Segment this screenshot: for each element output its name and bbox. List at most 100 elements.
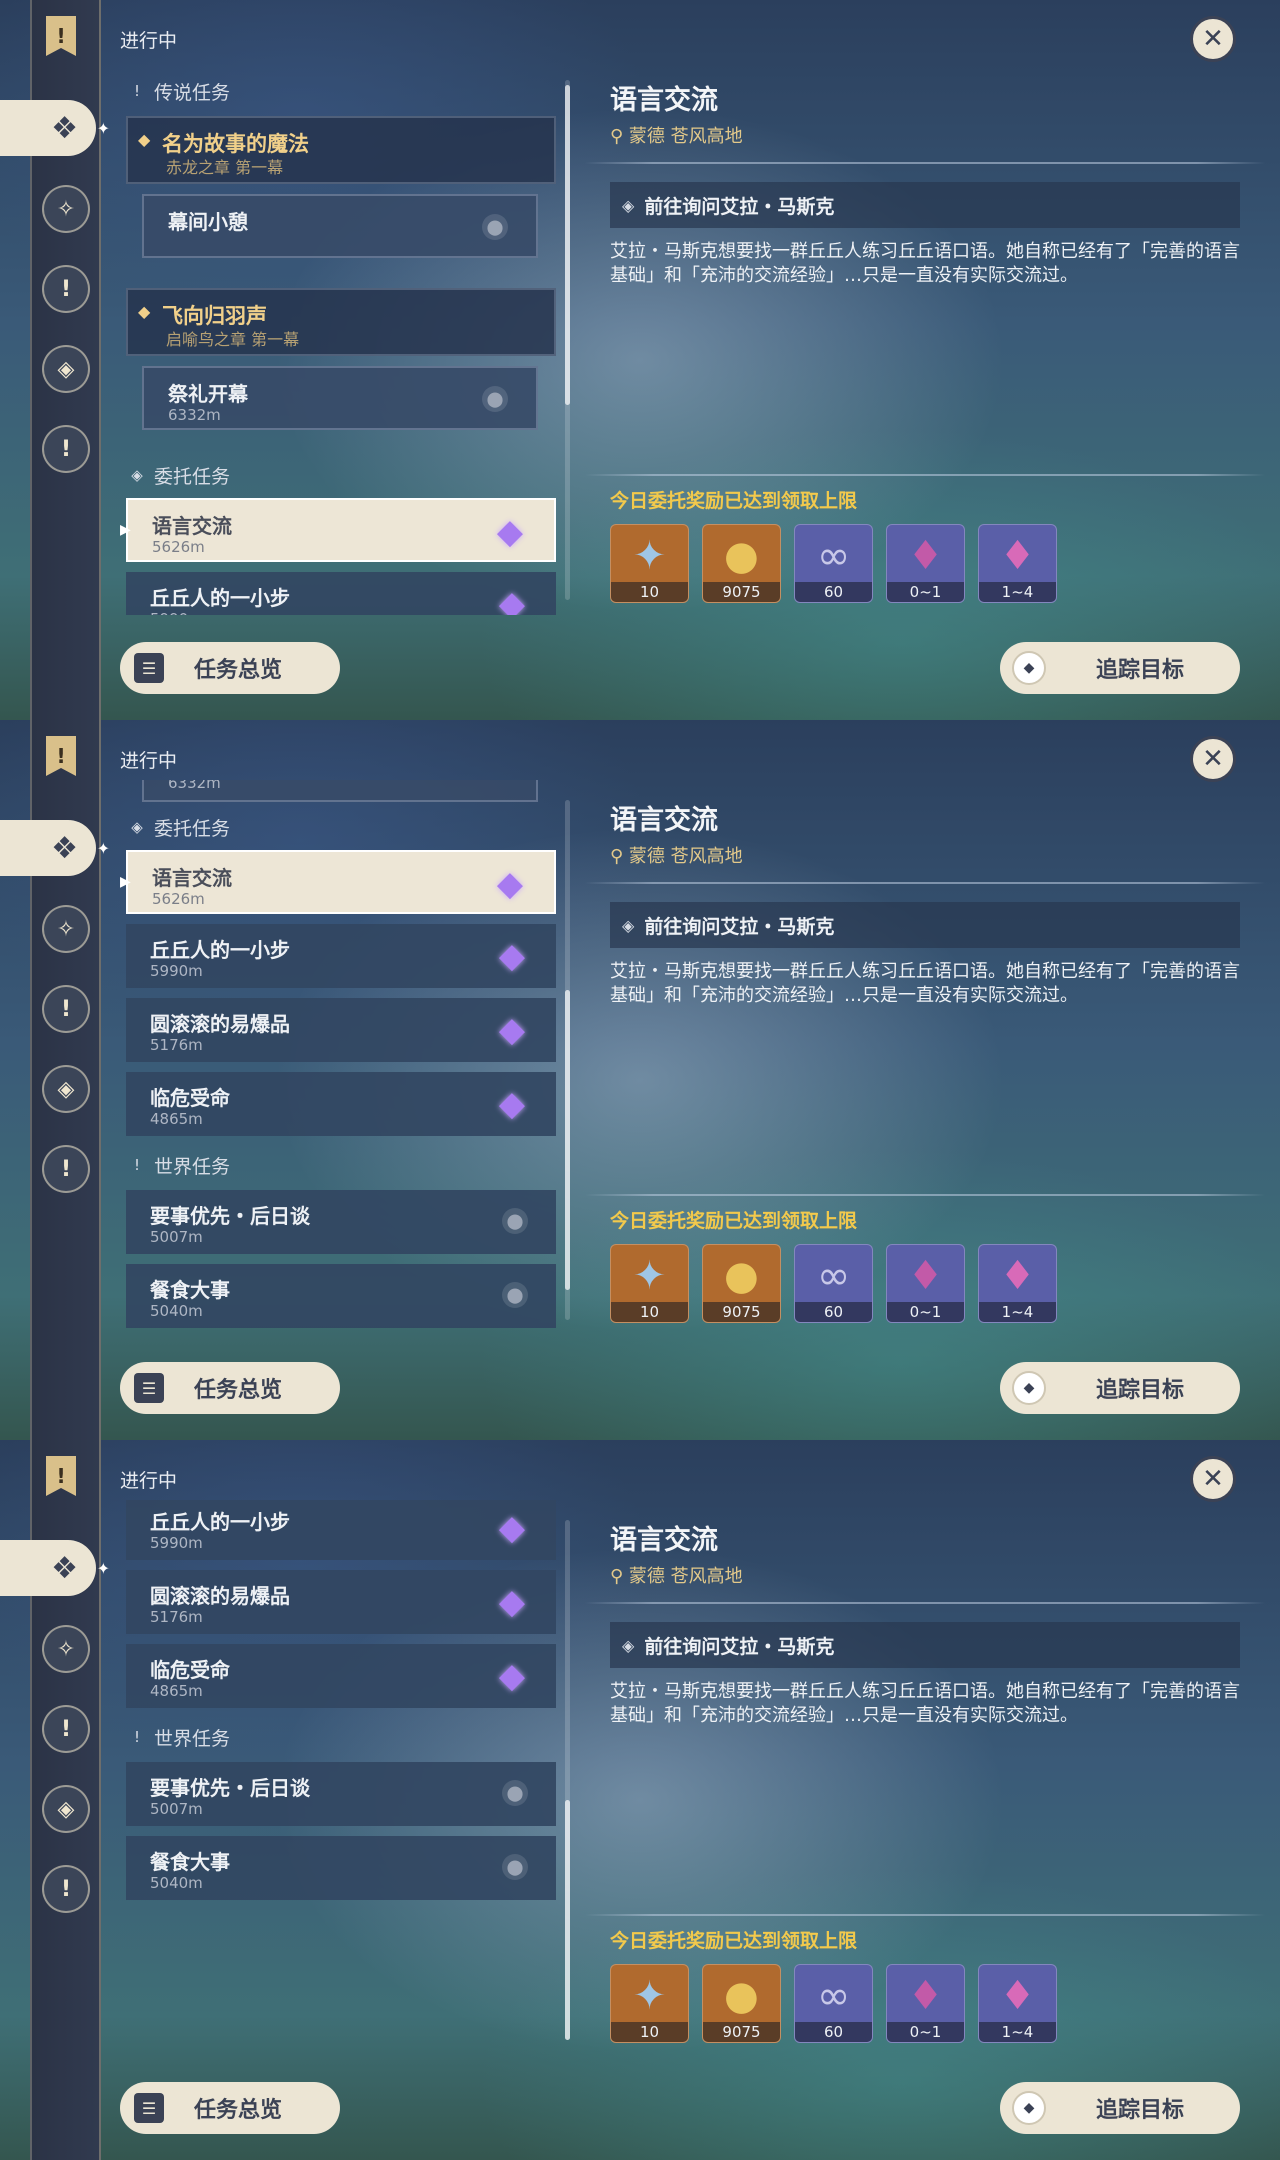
world-quest-tab-icon[interactable]: ◈ bbox=[42, 1065, 90, 1113]
location-pin-icon: ⚲ bbox=[610, 1566, 629, 1587]
reward-friendship-exp[interactable]: ∞ 60 bbox=[794, 1964, 873, 2043]
reward-adventure-exp[interactable]: ✦ 10 bbox=[610, 1964, 689, 2043]
reward-crystal-cluster[interactable]: ♦ 1~4 bbox=[978, 524, 1057, 603]
world-quest-tab-icon[interactable]: ◈ bbox=[42, 345, 90, 393]
commission-tab-icon[interactable]: ❖ bbox=[0, 1540, 110, 1596]
reward-adventure-exp[interactable]: ✦ 10 bbox=[610, 524, 689, 603]
story-quest-tab-icon[interactable]: ! bbox=[42, 265, 90, 313]
quest-overview-button[interactable]: ☰ 任务总览 bbox=[120, 642, 340, 694]
legend-quest-row[interactable]: ◆ 飞向归羽声 启喻鸟之章 第一幕 bbox=[126, 288, 556, 356]
reward-crystal-chunk[interactable]: ♦ 0~1 bbox=[886, 1964, 965, 2043]
commission-row[interactable]: 丘丘人的一小步 5990m ◆ bbox=[126, 1500, 556, 1560]
archon-quest-tab-icon[interactable]: ✧ bbox=[42, 905, 90, 953]
commission-row[interactable]: 临危受命 4865m ◆ bbox=[126, 1644, 556, 1708]
commission-marker-icon: ◆ bbox=[496, 864, 524, 904]
commission-diamond-icon: ◈ bbox=[131, 818, 143, 836]
quest-description: 艾拉・马斯克想要找一群丘丘人练习丘丘语口语。她自称已经有了「完善的语言基础」和「… bbox=[610, 241, 1240, 286]
commission-row[interactable]: 临危受命 4865m ◆ bbox=[126, 1072, 556, 1136]
archon-quest-tab-icon[interactable]: ✧ bbox=[42, 185, 90, 233]
event-quest-tab-icon[interactable]: ! bbox=[42, 1145, 90, 1193]
objective-diamond-icon: ◈ bbox=[622, 1635, 635, 1655]
track-button[interactable]: ◆ 追踪目标 bbox=[1000, 1362, 1240, 1414]
quest-overview-button[interactable]: ☰ 任务总览 bbox=[120, 1362, 340, 1414]
commission-row[interactable]: 圆滚滚的易爆品 5176m ◆ bbox=[126, 1570, 556, 1634]
reward-crystal-cluster[interactable]: ♦ 1~4 bbox=[978, 1244, 1057, 1323]
category-world: ! 世界任务 bbox=[130, 1722, 230, 1752]
track-diamond-icon: ◆ bbox=[1012, 2091, 1046, 2125]
scroll-thumb[interactable] bbox=[565, 1800, 570, 2040]
world-quest-row[interactable]: 要事优先・后日谈 5007m ⬤ bbox=[126, 1190, 556, 1254]
reward-list: ✦ 10 ● 9075 ∞ 60 ♦ 0~1 ♦ 1~4 bbox=[610, 1244, 1057, 1323]
scroll-thumb[interactable] bbox=[565, 85, 570, 405]
category-world: ! 世界任务 bbox=[130, 1150, 230, 1180]
archon-quest-tab-icon[interactable]: ✧ bbox=[42, 1625, 90, 1673]
friendship-exp-icon: ∞ bbox=[816, 533, 851, 579]
friendship-exp-icon: ∞ bbox=[816, 1253, 851, 1299]
world-quest-row[interactable]: 餐食大事 5040m ⬤ bbox=[126, 1264, 556, 1328]
friendship-exp-icon: ∞ bbox=[816, 1973, 851, 2019]
event-quest-tab-icon[interactable]: ! bbox=[42, 1865, 90, 1913]
commission-row-active[interactable]: ▶ 语言交流 5626m ◆ bbox=[120, 498, 556, 562]
commission-marker-icon: ◆ bbox=[498, 1582, 526, 1622]
commission-marker-icon: ◆ bbox=[498, 1508, 526, 1548]
objective-box: ◈ 前往询问艾拉・马斯克 bbox=[610, 1622, 1240, 1668]
status-label: 进行中 bbox=[120, 1470, 178, 1492]
divider bbox=[585, 1914, 1265, 1916]
commission-diamond-icon: ◈ bbox=[131, 466, 143, 484]
location-pin-icon: ⬤ bbox=[482, 386, 508, 412]
close-button[interactable]: ✕ bbox=[1190, 16, 1236, 62]
commission-marker-icon: ◆ bbox=[498, 1010, 526, 1050]
selected-arrow-icon: ▶ bbox=[120, 522, 131, 538]
key-icon: ◆ bbox=[138, 130, 151, 149]
divider bbox=[585, 882, 1265, 884]
reward-crystal-chunk[interactable]: ♦ 0~1 bbox=[886, 1244, 965, 1323]
legend-quest-row[interactable]: ◆ 名为故事的魔法 赤龙之章 第一幕 bbox=[126, 116, 556, 184]
crystal-chunk-icon: ♦ bbox=[907, 533, 944, 579]
story-quest-tab-icon[interactable]: ! bbox=[42, 985, 90, 1033]
crystal-cluster-icon: ♦ bbox=[999, 1253, 1036, 1299]
track-button[interactable]: ◆ 追踪目标 bbox=[1000, 2082, 1240, 2134]
legend-subquest-row[interactable]: 6332m bbox=[142, 780, 538, 802]
world-quest-tab-icon[interactable]: ◈ bbox=[42, 1785, 90, 1833]
location-pin-icon: ⬤ bbox=[502, 1780, 528, 1806]
story-quest-tab-icon[interactable]: ! bbox=[42, 1705, 90, 1753]
quest-overview-button[interactable]: ☰ 任务总览 bbox=[120, 2082, 340, 2134]
reward-mora[interactable]: ● 9075 bbox=[702, 1244, 781, 1323]
reward-friendship-exp[interactable]: ∞ 60 bbox=[794, 524, 873, 603]
reward-mora[interactable]: ● 9075 bbox=[702, 1964, 781, 2043]
commission-tab-icon[interactable]: ❖ bbox=[0, 820, 110, 876]
divider bbox=[585, 1602, 1265, 1604]
commission-tab-icon[interactable]: ❖ bbox=[0, 100, 110, 156]
reward-crystal-chunk[interactable]: ♦ 0~1 bbox=[886, 524, 965, 603]
world-quest-row[interactable]: 要事优先・后日谈 5007m ⬤ bbox=[126, 1762, 556, 1826]
quest-location: ⚲ 蒙德 苍风高地 bbox=[610, 846, 743, 867]
mora-icon: ● bbox=[724, 1973, 759, 2019]
commission-row[interactable]: 丘丘人的一小步 5990m ◆ bbox=[126, 572, 556, 615]
track-button[interactable]: ◆ 追踪目标 bbox=[1000, 642, 1240, 694]
quest-overview-icon: ☰ bbox=[134, 2093, 164, 2123]
legend-subquest-row[interactable]: 祭礼开幕 6332m ⬤ bbox=[142, 366, 538, 430]
quest-description: 艾拉・马斯克想要找一群丘丘人练习丘丘语口语。她自称已经有了「完善的语言基础」和「… bbox=[610, 1681, 1240, 1726]
quest-list[interactable]: ! 传说任务 ◆ 名为故事的魔法 赤龙之章 第一幕 幕间小憩 ⬤ ◆ 飞向归羽声 … bbox=[120, 60, 560, 615]
screen-panel-1: ! ❖ ✧ ! ◈ ! 进行中 ✕ !传说任务 ◆ 名为故事的魔法 赤龙之章 第… bbox=[0, 0, 1280, 720]
divider bbox=[585, 474, 1265, 476]
event-quest-tab-icon[interactable]: ! bbox=[42, 425, 90, 473]
scroll-thumb[interactable] bbox=[565, 990, 570, 1290]
reward-adventure-exp[interactable]: ✦ 10 bbox=[610, 1244, 689, 1323]
legend-subquest-row[interactable]: 幕间小憩 ⬤ bbox=[142, 194, 538, 258]
reward-list: ✦ 10 ● 9075 ∞ 60 ♦ 0~1 ♦ 1~4 bbox=[610, 524, 1057, 603]
commission-row[interactable]: 丘丘人的一小步 5990m ◆ bbox=[126, 924, 556, 988]
close-button[interactable]: ✕ bbox=[1190, 1456, 1236, 1502]
reward-crystal-cluster[interactable]: ♦ 1~4 bbox=[978, 1964, 1057, 2043]
reward-mora[interactable]: ● 9075 bbox=[702, 524, 781, 603]
commission-row[interactable]: 圆滚滚的易爆品 5176m ◆ bbox=[126, 998, 556, 1062]
reward-friendship-exp[interactable]: ∞ 60 bbox=[794, 1244, 873, 1323]
exclamation-icon: ! bbox=[133, 82, 140, 100]
quest-list[interactable]: 6332m ◈ 委托任务 ▶ 语言交流 5626m ◆ 丘丘人的一小步 5990m… bbox=[120, 780, 560, 1335]
reward-limit-note: 今日委托奖励已达到领取上限 bbox=[610, 1930, 858, 1952]
close-button[interactable]: ✕ bbox=[1190, 736, 1236, 782]
world-quest-row[interactable]: 餐食大事 5040m ⬤ bbox=[126, 1836, 556, 1900]
quest-list[interactable]: 丘丘人的一小步 5990m ◆ 圆滚滚的易爆品 5176m ◆ 临危受命 486… bbox=[120, 1500, 560, 2055]
commission-row-active[interactable]: ▶ 语言交流 5626m ◆ bbox=[120, 850, 556, 914]
quest-overview-icon: ☰ bbox=[134, 653, 164, 683]
